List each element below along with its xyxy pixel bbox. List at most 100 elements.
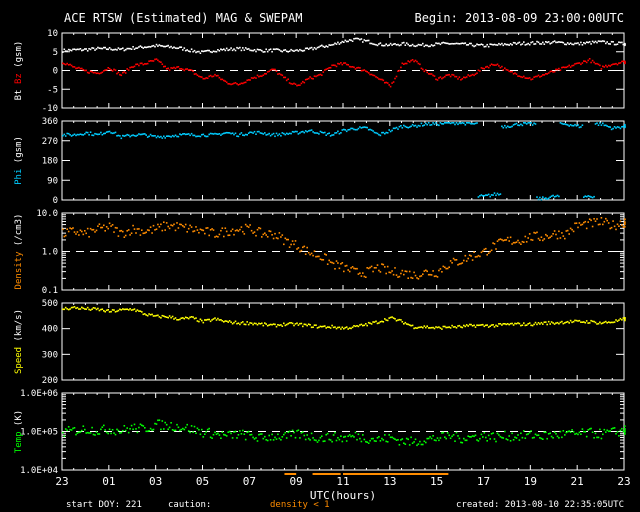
data-point-temp bbox=[553, 431, 556, 433]
data-point-phi bbox=[446, 122, 449, 124]
data-point-density bbox=[116, 227, 118, 229]
data-point-bz bbox=[564, 66, 566, 69]
data-point-bt bbox=[266, 50, 269, 53]
data-point-temp bbox=[562, 430, 565, 432]
data-point-bt bbox=[375, 44, 377, 46]
data-point-temp bbox=[224, 434, 227, 436]
data-point-bz bbox=[275, 70, 278, 72]
data-point-phi bbox=[299, 132, 301, 134]
data-point-temp bbox=[414, 438, 417, 441]
data-point-phi bbox=[594, 123, 597, 125]
data-point-bz bbox=[290, 82, 292, 85]
data-point-bz bbox=[376, 76, 379, 79]
data-point-bz bbox=[331, 64, 333, 67]
data-point-speed bbox=[439, 327, 442, 329]
data-point-bt bbox=[189, 50, 191, 53]
data-point-speed bbox=[482, 323, 484, 326]
y-axis-label-speed: Speed (km/s) bbox=[14, 309, 24, 374]
data-point-density bbox=[587, 221, 589, 223]
data-point-temp bbox=[275, 438, 278, 440]
data-point-density bbox=[101, 226, 104, 229]
data-point-bz bbox=[420, 67, 423, 70]
data-point-density bbox=[315, 255, 317, 258]
data-point-speed bbox=[138, 310, 140, 312]
data-point-phi bbox=[525, 123, 528, 125]
data-point-bt bbox=[407, 43, 409, 46]
data-point-bz bbox=[104, 69, 106, 71]
data-point-bt bbox=[505, 43, 508, 46]
data-point-bz bbox=[366, 71, 368, 73]
y-tick-label: -5 bbox=[47, 85, 58, 95]
data-point-speed bbox=[70, 306, 73, 309]
data-point-bz bbox=[571, 64, 573, 67]
data-point-phi bbox=[206, 135, 209, 138]
data-point-density bbox=[79, 229, 82, 232]
data-point-bt bbox=[487, 45, 490, 48]
data-point-density bbox=[223, 235, 225, 238]
data-point-bz bbox=[432, 74, 434, 77]
data-point-phi bbox=[202, 133, 205, 136]
data-point-density bbox=[610, 226, 613, 229]
data-point-bt bbox=[79, 48, 82, 50]
data-point-bt bbox=[590, 43, 592, 45]
data-point-bt bbox=[101, 47, 104, 50]
data-point-bz bbox=[239, 83, 241, 85]
data-point-bz bbox=[278, 72, 281, 75]
data-point-density bbox=[174, 229, 177, 232]
data-point-phi bbox=[432, 122, 434, 124]
data-point-speed bbox=[307, 323, 310, 325]
data-point-bt bbox=[485, 45, 487, 48]
data-point-speed bbox=[321, 325, 323, 328]
data-point-density bbox=[157, 223, 159, 226]
data-point-speed bbox=[310, 326, 313, 329]
data-point-phi bbox=[606, 125, 608, 127]
data-point-bt bbox=[441, 42, 443, 44]
data-point-density bbox=[528, 233, 531, 235]
data-point-speed bbox=[332, 326, 335, 329]
data-point-bt bbox=[291, 49, 294, 52]
data-point-bt bbox=[545, 41, 547, 43]
data-point-speed bbox=[217, 317, 219, 320]
data-point-bz bbox=[348, 65, 351, 68]
data-point-phi bbox=[407, 126, 409, 129]
data-point-bt bbox=[583, 42, 585, 44]
data-point-speed bbox=[382, 321, 385, 323]
data-point-bz bbox=[588, 58, 591, 60]
data-point-density bbox=[227, 234, 229, 237]
y-tick-label: 10 bbox=[47, 29, 58, 39]
data-point-temp bbox=[435, 439, 437, 442]
data-point-density bbox=[255, 234, 257, 237]
data-point-bt bbox=[170, 45, 172, 48]
data-point-speed bbox=[127, 309, 130, 311]
data-point-speed bbox=[619, 317, 622, 320]
data-point-density bbox=[562, 235, 565, 237]
data-point-density bbox=[126, 230, 128, 232]
data-point-phi bbox=[515, 122, 518, 125]
data-point-density bbox=[343, 270, 345, 273]
data-point-bz bbox=[309, 76, 311, 78]
x-tick-label: 19 bbox=[524, 475, 537, 488]
data-point-phi bbox=[512, 124, 515, 126]
data-point-density bbox=[525, 241, 528, 243]
data-point-density bbox=[622, 226, 625, 228]
data-point-phi bbox=[73, 133, 76, 136]
data-point-phi bbox=[217, 133, 219, 135]
data-point-density bbox=[136, 228, 139, 230]
y-tick-label: 1.0E+04 bbox=[20, 466, 58, 476]
data-point-speed bbox=[353, 325, 355, 327]
data-point-speed bbox=[72, 306, 74, 309]
data-point-temp bbox=[246, 431, 248, 434]
data-point-density bbox=[198, 231, 200, 234]
data-point-temp bbox=[367, 442, 370, 444]
data-point-phi bbox=[192, 134, 194, 137]
data-point-speed bbox=[123, 308, 126, 311]
data-point-density bbox=[231, 228, 234, 231]
data-point-bt bbox=[100, 47, 102, 50]
data-point-phi bbox=[189, 134, 191, 137]
data-point-temp bbox=[86, 431, 89, 434]
data-point-temp bbox=[196, 427, 199, 430]
data-point-temp bbox=[571, 429, 573, 431]
data-point-phi bbox=[408, 126, 411, 128]
data-point-phi bbox=[196, 135, 199, 138]
data-point-bt bbox=[186, 49, 188, 51]
